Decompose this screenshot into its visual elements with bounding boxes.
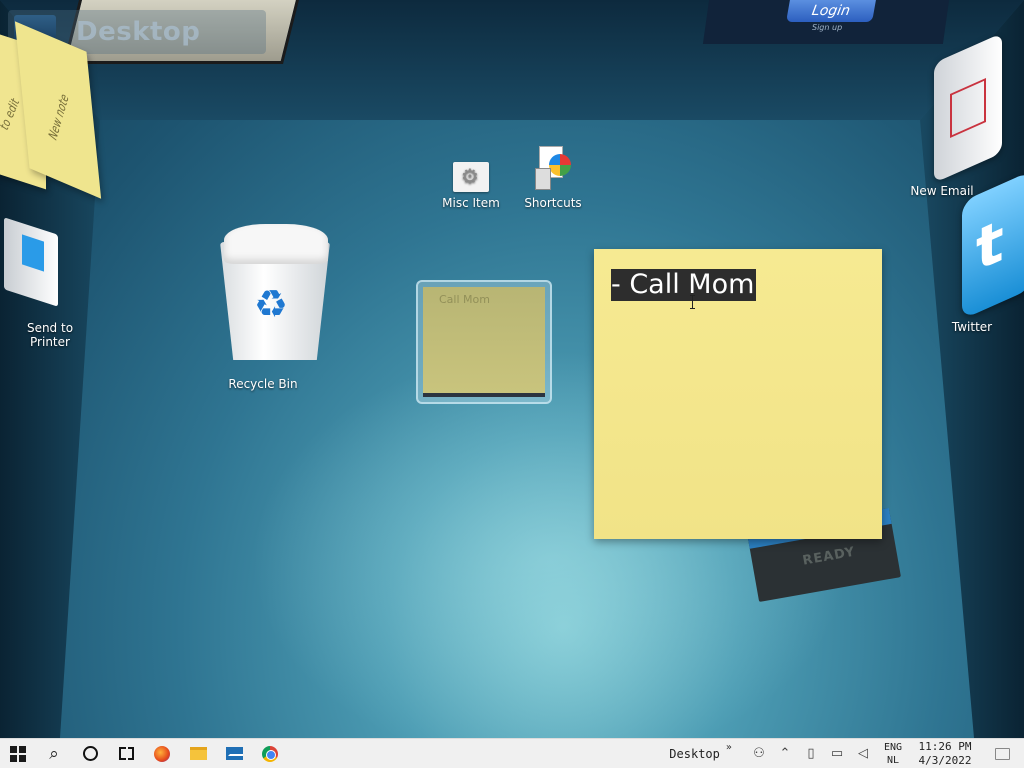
new-email-label: New Email: [906, 184, 978, 198]
recycle-symbol-icon: ♻: [254, 282, 289, 326]
send-to-printer-label: Send to Printer: [20, 321, 80, 349]
envelope-icon: [950, 77, 986, 139]
windows-logo-icon: [10, 745, 26, 762]
cortana-button[interactable]: [72, 739, 108, 768]
lang-secondary: NL: [886, 754, 900, 766]
shortcuts-label: Shortcuts: [524, 196, 582, 210]
network-disconnected-icon[interactable]: ▭: [824, 746, 850, 761]
notification-icon: [994, 747, 1010, 760]
text-cursor-icon: [690, 295, 695, 309]
desktop-toolbar-label[interactable]: Desktop: [669, 747, 720, 761]
twitter-label: Twitter: [944, 320, 1000, 334]
notification-center-button[interactable]: [980, 747, 1024, 760]
note-preview: Call Mom: [423, 287, 545, 397]
mail-button[interactable]: [216, 739, 252, 768]
clock-time: 11:26 PM: [918, 739, 972, 753]
taskbar: ⌕ Desktop » ⚇ ⌃ ▯ ▭ ◁ ENG NL 11:26 PM 4/…: [0, 738, 1024, 768]
chevron-up-icon[interactable]: ⌃: [772, 746, 798, 761]
clock[interactable]: 11:26 PM 4/3/2022: [910, 740, 980, 768]
task-view-button[interactable]: [108, 739, 144, 768]
recycle-bin-text: Recycle Bin: [228, 377, 298, 391]
mail-icon: [225, 747, 243, 760]
misc-item-icon: [453, 162, 489, 192]
volume-icon[interactable]: ◁: [850, 746, 876, 761]
firefox-button[interactable]: [144, 739, 180, 768]
wall-note-text: to edit: [0, 95, 23, 134]
shortcuts-shortcut[interactable]: Shortcuts: [522, 146, 584, 210]
sticky-note-editor[interactable]: - Call Mom: [594, 249, 882, 539]
recycle-bin-label: Recycle Bin: [222, 377, 304, 391]
shortcuts-icon: [533, 146, 573, 192]
new-email-text: New Email: [910, 184, 974, 198]
wall-note-text: New note: [46, 89, 72, 144]
crumpled-paper: [224, 224, 328, 264]
lang-primary: ENG: [883, 741, 903, 753]
printer-label-line2: Printer: [30, 335, 70, 349]
desktop-title: Desktop: [76, 17, 201, 47]
note-preview-text: Call Mom: [439, 293, 490, 306]
3d-desktop-room: Desktop to edit New note Login Sign up M…: [0, 0, 1024, 738]
login-button[interactable]: Login: [786, 0, 876, 22]
file-explorer-button[interactable]: [180, 739, 216, 768]
task-view-icon: [118, 743, 134, 765]
people-icon[interactable]: ⚇: [746, 746, 772, 761]
start-button[interactable]: [0, 739, 36, 768]
note-preview-card[interactable]: Call Mom: [416, 280, 552, 404]
signup-link[interactable]: Sign up: [812, 23, 842, 32]
clock-date: 4/3/2022: [918, 753, 972, 767]
sticky-note-selected-text[interactable]: - Call Mom: [611, 269, 757, 301]
twitter-text: Twitter: [951, 320, 993, 334]
toolbar-chevron-icon[interactable]: »: [726, 742, 732, 753]
search-button[interactable]: ⌕: [36, 739, 72, 768]
search-icon: ⌕: [49, 743, 59, 764]
cortana-icon: [82, 746, 98, 761]
printer-label-line1: Send to: [26, 321, 74, 335]
chrome-icon: [262, 745, 278, 762]
system-tray: Desktop » ⚇ ⌃ ▯ ▭ ◁ ENG NL 11:26 PM 4/3/…: [669, 739, 1024, 768]
tray-label: READY: [801, 544, 857, 569]
recycle-bin[interactable]: ♻: [214, 224, 342, 360]
file-explorer-icon: [189, 747, 207, 760]
misc-item-label: Misc Item: [442, 196, 500, 210]
input-language-indicator[interactable]: ENG NL: [876, 741, 910, 767]
misc-item-shortcut[interactable]: Misc Item: [442, 162, 500, 210]
twitter-icon: t: [976, 205, 1004, 286]
firefox-icon: [154, 745, 170, 762]
chrome-button[interactable]: [252, 739, 288, 768]
printer-shortcut[interactable]: [0, 208, 62, 307]
battery-icon[interactable]: ▯: [798, 746, 824, 761]
